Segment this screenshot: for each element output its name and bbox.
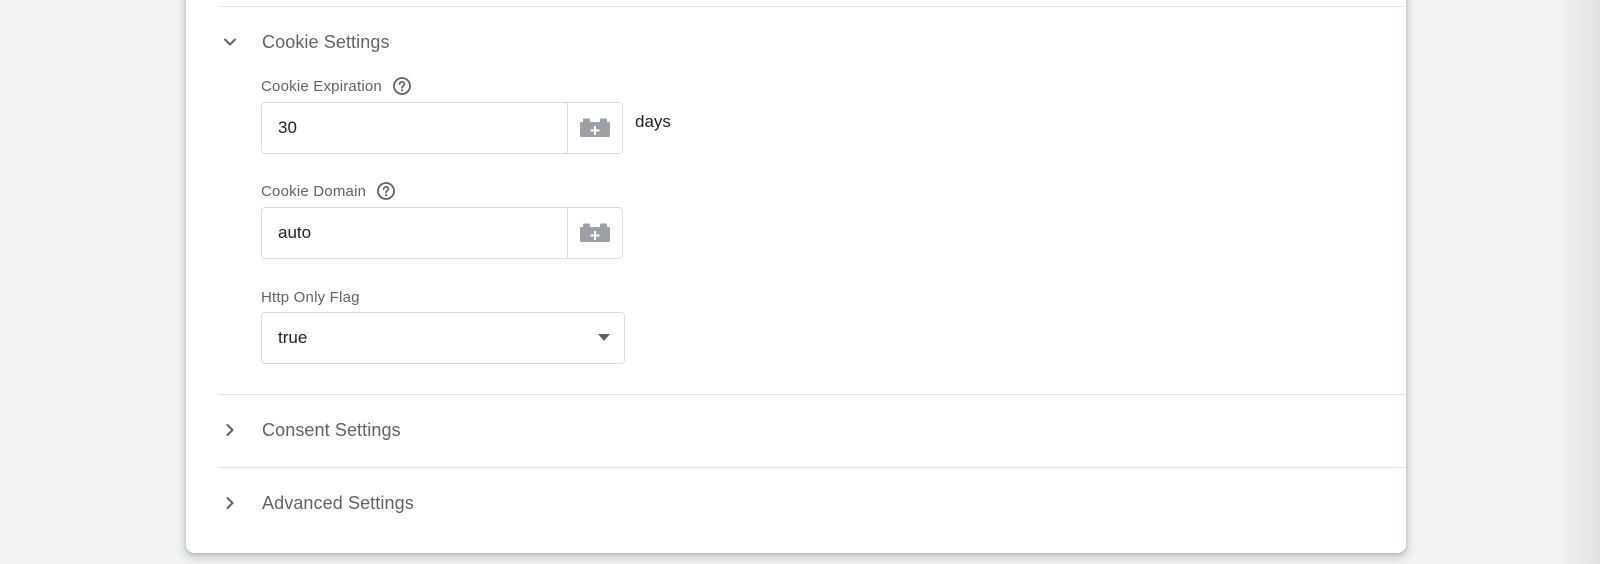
chevron-down-icon xyxy=(218,30,242,54)
section-header-consent-settings[interactable]: Consent Settings xyxy=(218,410,401,450)
divider xyxy=(218,394,1406,395)
insert-variable-button[interactable] xyxy=(567,103,622,153)
variable-brick-icon xyxy=(580,118,610,137)
divider xyxy=(218,467,1406,468)
cookie-expiration-input[interactable]: 30 xyxy=(262,103,567,153)
cookie-domain-field[interactable]: auto xyxy=(261,207,623,259)
chevron-right-icon xyxy=(218,491,242,515)
variable-brick-icon xyxy=(580,223,610,242)
cookie-expiration-label: Cookie Expiration xyxy=(261,73,412,99)
help-icon[interactable] xyxy=(392,76,412,96)
http-only-flag-label: Http Only Flag xyxy=(261,284,360,310)
cookie-domain-label-text: Cookie Domain xyxy=(261,182,367,200)
section-header-cookie-settings[interactable]: Cookie Settings xyxy=(218,22,390,62)
http-only-flag-select[interactable]: true xyxy=(261,312,625,364)
insert-variable-button[interactable] xyxy=(567,208,622,258)
cookie-expiration-label-text: Cookie Expiration xyxy=(261,77,382,95)
section-header-advanced-settings[interactable]: Advanced Settings xyxy=(218,483,414,523)
cookie-expiration-field[interactable]: 30 xyxy=(261,102,623,154)
caret-down-icon xyxy=(598,334,610,341)
section-title-advanced-settings: Advanced Settings xyxy=(262,492,414,513)
chevron-right-icon xyxy=(218,418,242,442)
cookie-domain-input[interactable]: auto xyxy=(262,208,567,258)
cookie-expiration-unit: days xyxy=(635,112,671,131)
divider xyxy=(218,6,1406,7)
background-edge xyxy=(1558,0,1600,564)
settings-panel: Cookie Settings Cookie Expiration 30 day… xyxy=(186,0,1406,553)
section-title-cookie-settings: Cookie Settings xyxy=(262,31,390,52)
http-only-flag-value: true xyxy=(278,328,308,347)
help-icon[interactable] xyxy=(376,181,396,201)
cookie-domain-label: Cookie Domain xyxy=(261,178,396,204)
section-title-consent-settings: Consent Settings xyxy=(262,419,401,440)
http-only-flag-label-text: Http Only Flag xyxy=(261,288,360,306)
